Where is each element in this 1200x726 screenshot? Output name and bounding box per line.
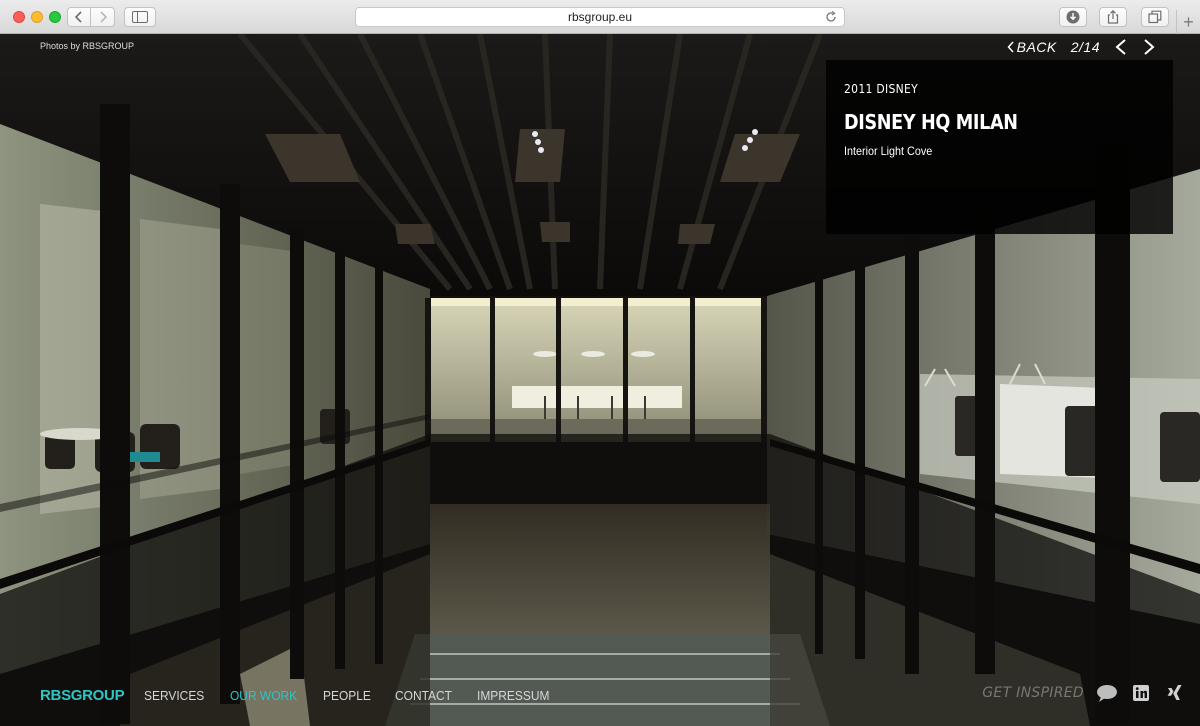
sidebar-icon bbox=[132, 11, 148, 23]
site-logo[interactable]: RBSGROUP bbox=[40, 687, 125, 704]
nav-item-impressum[interactable]: IMPRESSUM bbox=[477, 688, 549, 703]
back-button[interactable] bbox=[67, 7, 91, 27]
get-inspired-link[interactable]: GET INSPIRED bbox=[982, 685, 1084, 701]
prev-image-arrow-icon[interactable] bbox=[1114, 38, 1128, 56]
sidebar-toggle-button[interactable] bbox=[124, 7, 156, 27]
chevron-left-icon bbox=[74, 11, 82, 23]
linkedin-icon[interactable] bbox=[1130, 683, 1152, 703]
show-tabs-button[interactable] bbox=[1141, 7, 1169, 27]
main-nav: RBSGROUP SERVICES OUR WORK PEOPLE CONTAC… bbox=[40, 686, 575, 704]
gallery-back-link[interactable]: BACK bbox=[1007, 39, 1057, 55]
project-year-client: 2011 DISNEY bbox=[844, 82, 919, 96]
browser-toolbar: rbsgroup.eu + bbox=[0, 0, 1200, 34]
chevron-left-icon bbox=[1007, 41, 1014, 53]
tabs-icon bbox=[1148, 10, 1162, 24]
social-bar: GET INSPIRED bbox=[982, 683, 1186, 703]
project-subtitle: Interior Light Cove bbox=[844, 144, 933, 158]
downloads-button[interactable] bbox=[1059, 7, 1087, 27]
history-nav bbox=[67, 7, 115, 27]
new-tab-button[interactable]: + bbox=[1176, 10, 1200, 34]
next-image-arrow-icon[interactable] bbox=[1142, 38, 1156, 56]
photo-credit: Photos by RBSGROUP bbox=[40, 41, 135, 51]
back-label: BACK bbox=[1016, 39, 1057, 55]
project-info-panel: 2011 DISNEY DISNEY HQ MILAN Interior Lig… bbox=[826, 60, 1173, 234]
downloads-tool bbox=[1059, 7, 1087, 27]
zoom-window-button[interactable] bbox=[49, 11, 61, 23]
nav-item-our-work[interactable]: OUR WORK bbox=[230, 688, 297, 703]
image-counter: 2/14 bbox=[1070, 39, 1100, 55]
xing-icon[interactable] bbox=[1164, 683, 1186, 703]
address-bar[interactable]: rbsgroup.eu bbox=[355, 7, 845, 27]
tabs-tool bbox=[1141, 7, 1169, 27]
chat-icon[interactable] bbox=[1096, 683, 1118, 703]
nav-item-people[interactable]: PEOPLE bbox=[323, 688, 371, 703]
share-icon bbox=[1107, 10, 1119, 24]
forward-button[interactable] bbox=[91, 7, 115, 27]
close-window-button[interactable] bbox=[13, 11, 25, 23]
nav-item-services[interactable]: SERVICES bbox=[144, 688, 204, 703]
minimize-window-button[interactable] bbox=[31, 11, 43, 23]
share-tool bbox=[1099, 7, 1127, 27]
nav-item-contact[interactable]: CONTACT bbox=[395, 688, 452, 703]
download-icon bbox=[1066, 10, 1080, 24]
project-title: DISNEY HQ MILAN bbox=[844, 110, 1018, 134]
chevron-right-icon bbox=[99, 11, 107, 23]
gallery-controls: BACK 2/14 bbox=[1007, 38, 1156, 56]
share-button[interactable] bbox=[1099, 7, 1127, 27]
url-text: rbsgroup.eu bbox=[567, 10, 633, 24]
reload-icon[interactable] bbox=[824, 10, 838, 24]
plus-icon: + bbox=[1183, 11, 1194, 32]
